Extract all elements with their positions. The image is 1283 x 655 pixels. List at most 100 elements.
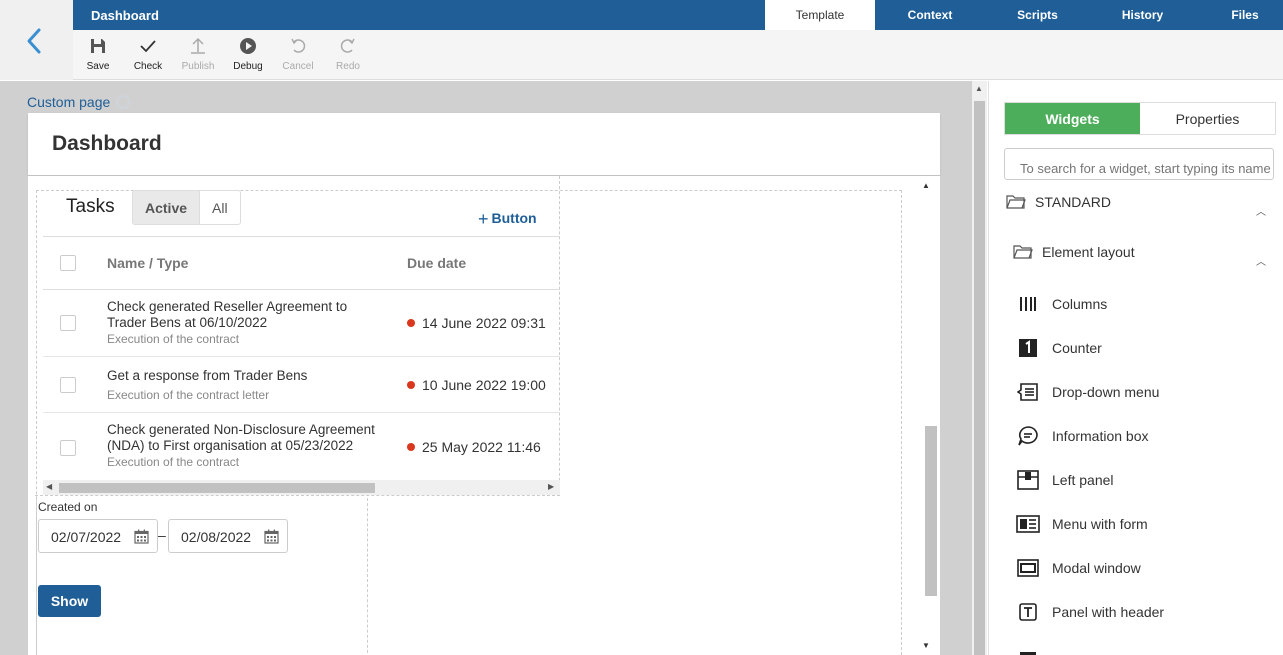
tab-context[interactable]: Context — [875, 0, 985, 30]
breadcrumb-label[interactable]: Custom page — [27, 94, 110, 110]
widget-item-panel-with-header[interactable]: Panel with header — [1016, 601, 1164, 623]
app-title: Dashboard — [91, 8, 159, 23]
date-range-separator: – — [158, 527, 166, 543]
breadcrumb[interactable]: Custom page — [27, 94, 131, 110]
group-standard[interactable]: STANDARD — [1006, 194, 1111, 210]
date-from-input[interactable]: 02/07/2022 — [38, 519, 158, 553]
tasks-title: Tasks — [66, 196, 115, 217]
created-on-label: Created on — [38, 500, 98, 514]
cancel-button[interactable]: Cancel — [273, 36, 323, 72]
tab-widgets[interactable]: Widgets — [1005, 103, 1140, 134]
widget-item-partial — [1016, 643, 1052, 655]
back-area — [0, 0, 73, 80]
select-all-checkbox[interactable] — [60, 255, 76, 271]
table-row[interactable]: Check generated Reseller Agreement to Tr… — [43, 290, 560, 357]
scroll-down-arrow-icon[interactable]: ▼ — [922, 641, 930, 650]
scrollbar-thumb[interactable] — [59, 483, 375, 493]
group-element-layout[interactable]: Element layout — [1013, 244, 1135, 260]
tab-all[interactable]: All — [200, 191, 240, 224]
page-header-card: Dashboard — [28, 113, 940, 175]
widget-item-information-box[interactable]: Information box — [1016, 425, 1149, 447]
tab-files[interactable]: Files — [1195, 0, 1283, 30]
content-scrollbar[interactable]: ▲ ▼ — [912, 176, 940, 655]
task-name[interactable]: Check generated Non-Disclosure Agreement… — [107, 422, 377, 454]
redo-label: Redo — [336, 61, 360, 72]
date-to-value: 02/08/2022 — [181, 529, 252, 545]
cancel-label: Cancel — [282, 61, 314, 72]
help-icon[interactable] — [116, 95, 131, 109]
horizontal-scrollbar[interactable]: ◀ ▶ — [43, 480, 560, 495]
widget-item-modal-window[interactable]: Modal window — [1016, 557, 1141, 579]
widget-label: Panel with header — [1052, 604, 1165, 620]
column-header-name[interactable]: Name / Type — [107, 255, 188, 271]
widget-label: Drop-down menu — [1052, 384, 1160, 400]
scrollbar-thumb[interactable] — [974, 101, 985, 655]
collapse-chevron-icon[interactable]: ︿ — [1256, 203, 1266, 218]
page-canvas: Custom page Dashboard Tasks Active All +… — [0, 81, 987, 655]
task-due: 25 May 2022 11:46 — [407, 439, 541, 455]
top-bar: Dashboard Template Context Scripts Histo… — [73, 0, 1283, 30]
scrollbar-thumb[interactable] — [925, 426, 937, 596]
tab-template[interactable]: Template — [765, 0, 875, 30]
column-header-due[interactable]: Due date — [407, 255, 466, 271]
date-filter-widget: Created on 02/07/2022 – 02/08/2022 Show — [36, 498, 368, 655]
publish-label: Publish — [181, 61, 215, 72]
scroll-right-arrow-icon[interactable]: ▶ — [548, 482, 554, 491]
widget-label: Information box — [1052, 428, 1149, 444]
widget-label: Left panel — [1052, 472, 1114, 488]
redo-button[interactable]: Redo — [323, 36, 373, 72]
scroll-up-arrow-icon[interactable]: ▲ — [975, 84, 983, 93]
widgets-panel: Widgets Properties STANDARD ︿ Element la… — [988, 81, 1283, 655]
show-button[interactable]: Show — [38, 585, 101, 617]
check-label: Check — [133, 61, 163, 72]
row-checkbox[interactable] — [60, 315, 76, 331]
task-type: Execution of the contract — [107, 455, 240, 469]
save-button[interactable]: Save — [73, 36, 123, 72]
due-date-text: 14 June 2022 09:31 — [422, 315, 546, 331]
back-chevron-icon[interactable] — [24, 27, 44, 60]
plus-icon: + — [478, 209, 489, 229]
row-checkbox[interactable] — [60, 377, 76, 393]
check-icon — [140, 40, 156, 53]
tab-history[interactable]: History — [1090, 0, 1195, 30]
tasks-widget: Tasks Active All + Button Name / Type Due… — [35, 176, 560, 496]
scroll-up-arrow-icon[interactable]: ▲ — [922, 181, 930, 190]
table-row[interactable]: Get a response from Trader Bens Executio… — [43, 357, 560, 413]
check-button[interactable]: Check — [123, 36, 173, 72]
calendar-icon[interactable] — [264, 529, 279, 547]
debug-label: Debug — [233, 61, 263, 72]
widget-label: Columns — [1052, 296, 1108, 312]
overdue-dot-icon — [407, 381, 415, 389]
task-name[interactable]: Check generated Reseller Agreement to Tr… — [107, 299, 377, 331]
calendar-icon[interactable] — [134, 529, 149, 547]
date-from-value: 02/07/2022 — [51, 529, 122, 545]
folder-icon — [1013, 245, 1033, 259]
content-area: Tasks Active All + Button Name / Type Due… — [28, 176, 912, 655]
canvas-scrollbar[interactable]: ▲ — [972, 81, 987, 655]
debug-button[interactable]: Debug — [223, 36, 273, 72]
widget-search-input[interactable] — [1004, 148, 1274, 180]
row-checkbox[interactable] — [60, 440, 76, 456]
due-date-text: 25 May 2022 11:46 — [422, 439, 541, 455]
tab-active[interactable]: Active — [133, 191, 201, 224]
widget-item-menu-with-form[interactable]: Menu with form — [1016, 513, 1148, 535]
dropdown-menu-icon — [1016, 381, 1040, 403]
widget-item-dropdown-menu[interactable]: Drop-down menu — [1016, 381, 1159, 403]
task-type: Execution of the contract — [107, 332, 240, 346]
tab-scripts[interactable]: Scripts — [985, 0, 1090, 30]
collapse-chevron-icon[interactable]: ︿ — [1256, 253, 1266, 268]
scroll-left-arrow-icon[interactable]: ◀ — [46, 482, 52, 491]
widget-item-left-panel[interactable]: Left panel — [1016, 469, 1114, 491]
widget-item-counter[interactable]: Counter — [1016, 337, 1102, 359]
group-element-layout-label: Element layout — [1042, 244, 1135, 260]
overdue-dot-icon — [407, 319, 415, 327]
widget-item-columns[interactable]: Columns — [1016, 293, 1107, 315]
tab-properties[interactable]: Properties — [1140, 103, 1275, 134]
panel-tabs: Widgets Properties — [1004, 102, 1276, 135]
add-button[interactable]: + Button — [478, 209, 537, 230]
task-name[interactable]: Get a response from Trader Bens — [107, 368, 377, 384]
publish-button[interactable]: Publish — [173, 36, 223, 72]
table-row[interactable]: Check generated Non-Disclosure Agreement… — [43, 413, 560, 479]
date-to-input[interactable]: 02/08/2022 — [168, 519, 288, 553]
partial-widget-icon — [1016, 643, 1040, 655]
